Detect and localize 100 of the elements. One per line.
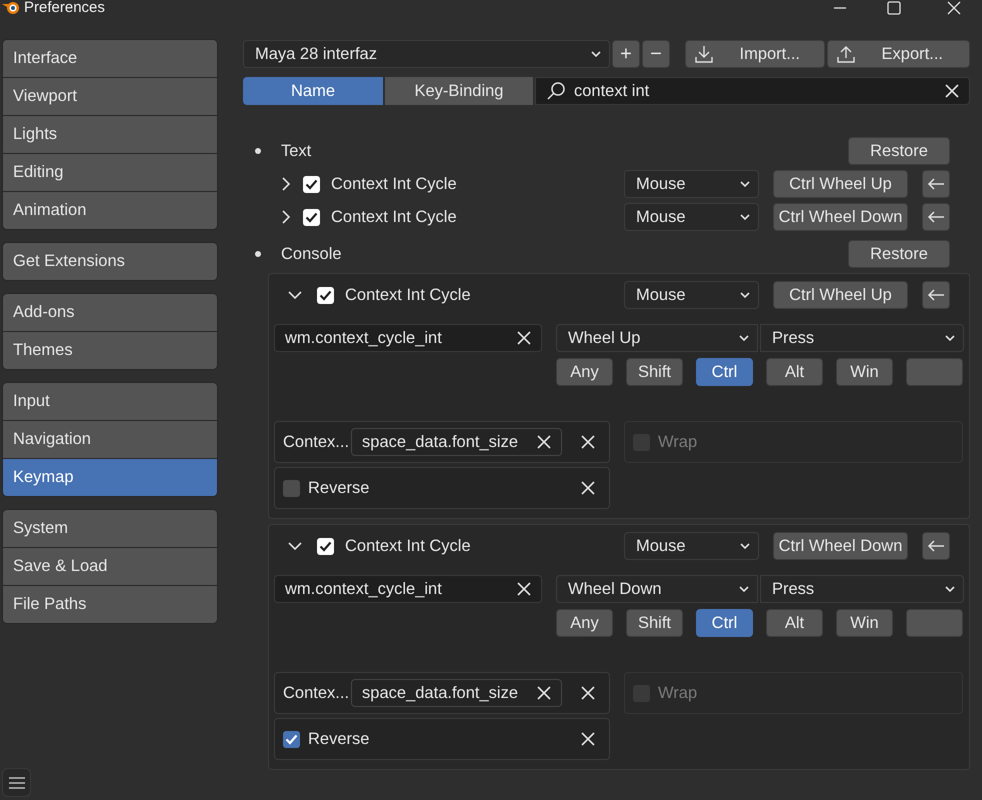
chevron-down-icon[interactable]: [288, 541, 302, 551]
chevron-down-icon: [591, 50, 601, 58]
modifier-toggle[interactable]: Any: [556, 609, 613, 637]
close-icon[interactable]: [946, 1, 962, 15]
property-label: Contex...: [283, 432, 350, 452]
sidebar-item[interactable]: System: [3, 510, 217, 547]
keymap-item-name: Context Int Cycle: [345, 536, 472, 556]
sidebar-item[interactable]: Save & Load: [3, 548, 217, 585]
restore-button[interactable]: Restore: [848, 240, 950, 268]
input-type-dropdown[interactable]: Mouse: [624, 203, 759, 231]
key-binding-button[interactable]: Ctrl Wheel Up: [773, 170, 908, 198]
input-type-dropdown[interactable]: Mouse: [624, 170, 759, 198]
chevron-down-icon: [740, 542, 750, 550]
sidebar-item[interactable]: Editing: [3, 154, 217, 191]
search-field[interactable]: context int: [535, 77, 970, 105]
add-preset-button[interactable]: +: [612, 40, 640, 68]
maximize-icon[interactable]: [886, 1, 902, 15]
chevron-down-icon[interactable]: [288, 290, 302, 300]
tab[interactable]: Name: [243, 77, 383, 105]
clear-property-button[interactable]: [581, 732, 595, 746]
modifier-toggle[interactable]: Shift: [626, 358, 683, 386]
event-value-dropdown[interactable]: Press: [760, 575, 964, 603]
restore-item-button[interactable]: [922, 203, 950, 231]
restore-item-button[interactable]: [922, 281, 950, 309]
section-title: Console: [281, 244, 343, 264]
tab[interactable]: Key-Binding: [385, 77, 533, 105]
sidebar-item[interactable]: Input: [3, 383, 217, 420]
bullet-icon: [255, 251, 261, 257]
close-icon: [581, 435, 595, 449]
modifier-toggle[interactable]: Shift: [626, 609, 683, 637]
event-value-dropdown[interactable]: Press: [760, 324, 964, 352]
operator-field[interactable]: wm.context_cycle_int: [274, 575, 542, 603]
bullet-icon: [255, 148, 261, 154]
close-icon: [537, 435, 552, 449]
keymap-item-name: Context Int Cycle: [345, 286, 472, 304]
restore-item-button[interactable]: [922, 170, 950, 198]
left-arrow-icon: [927, 289, 945, 301]
sidebar-item[interactable]: Interface: [3, 40, 217, 77]
chevron-down-icon: [945, 334, 955, 342]
keymap-item-name: Context Int Cycle: [331, 174, 458, 194]
preset-dropdown[interactable]: Maya 28 interfaz: [243, 40, 610, 68]
data-path-field[interactable]: space_data.font_size: [351, 679, 562, 707]
modifier-toggle[interactable]: Alt: [766, 609, 823, 637]
close-icon: [537, 686, 552, 700]
menu-button[interactable]: [2, 768, 31, 797]
keymap-item-name: Context Int Cycle: [331, 208, 458, 226]
clear-property-button[interactable]: [581, 435, 595, 449]
sidebar-item[interactable]: Keymap: [3, 459, 217, 496]
checkbox[interactable]: [317, 538, 334, 554]
checkbox-label: Reverse: [308, 478, 370, 498]
restore-item-button[interactable]: [922, 532, 950, 560]
input-type-dropdown[interactable]: Mouse: [624, 281, 759, 309]
modifier-toggle[interactable]: Ctrl: [696, 358, 753, 386]
remove-preset-button[interactable]: −: [642, 40, 670, 68]
data-path-field[interactable]: space_data.font_size: [351, 428, 562, 456]
clear-property-button[interactable]: [581, 686, 595, 700]
clear-property-button[interactable]: [581, 481, 595, 495]
section-title: Text: [281, 142, 312, 160]
property-label: Contex...: [283, 684, 350, 702]
chevron-down-icon: [945, 586, 955, 592]
close-icon: [581, 481, 595, 495]
sidebar-item[interactable]: File Paths: [3, 586, 217, 623]
checkbox-label: Wrap: [658, 432, 698, 452]
modifier-toggle[interactable]: Win: [836, 609, 893, 637]
input-type-dropdown[interactable]: Mouse: [624, 532, 759, 560]
export-button[interactable]: Export...: [827, 40, 970, 68]
chevron-right-icon[interactable]: [281, 210, 291, 224]
close-icon: [581, 686, 595, 700]
key-binding-button[interactable]: Ctrl Wheel Down: [773, 203, 908, 231]
modifier-toggle[interactable]: Any: [556, 358, 613, 386]
modifier-toggle[interactable]: Win: [836, 358, 893, 386]
sidebar-item[interactable]: Add-ons: [3, 294, 217, 331]
checkbox[interactable]: [283, 480, 300, 496]
checkbox[interactable]: [317, 286, 334, 304]
sidebar-item[interactable]: Themes: [3, 332, 217, 369]
checkbox[interactable]: [303, 208, 320, 226]
restore-button[interactable]: Restore: [848, 137, 950, 165]
event-dropdown[interactable]: Wheel Up: [556, 324, 758, 352]
key-binding-button[interactable]: Ctrl Wheel Down: [773, 532, 908, 560]
operator-field[interactable]: wm.context_cycle_int: [274, 324, 542, 352]
modifier-toggle[interactable]: Alt: [766, 358, 823, 386]
checkbox-label: Wrap: [658, 684, 698, 702]
left-arrow-icon: [927, 178, 945, 190]
download-icon: [694, 44, 714, 64]
sidebar-item[interactable]: Viewport: [3, 78, 217, 115]
event-dropdown[interactable]: Wheel Down: [556, 575, 758, 603]
checkbox[interactable]: [303, 176, 320, 192]
chevron-right-icon[interactable]: [281, 177, 291, 191]
sidebar-item[interactable]: Get Extensions: [3, 243, 217, 280]
chevron-down-icon: [740, 292, 750, 298]
key-binding-button[interactable]: Ctrl Wheel Up: [773, 281, 908, 309]
modifier-toggle[interactable]: Ctrl: [696, 609, 753, 637]
close-icon: [581, 732, 595, 746]
sidebar-item[interactable]: Navigation: [3, 421, 217, 458]
close-icon: [517, 582, 531, 596]
left-arrow-icon: [927, 540, 945, 552]
checkbox[interactable]: [283, 730, 300, 748]
import-button[interactable]: Import...: [685, 40, 825, 68]
sidebar-item[interactable]: Animation: [3, 192, 217, 229]
sidebar-item[interactable]: Lights: [3, 116, 217, 153]
